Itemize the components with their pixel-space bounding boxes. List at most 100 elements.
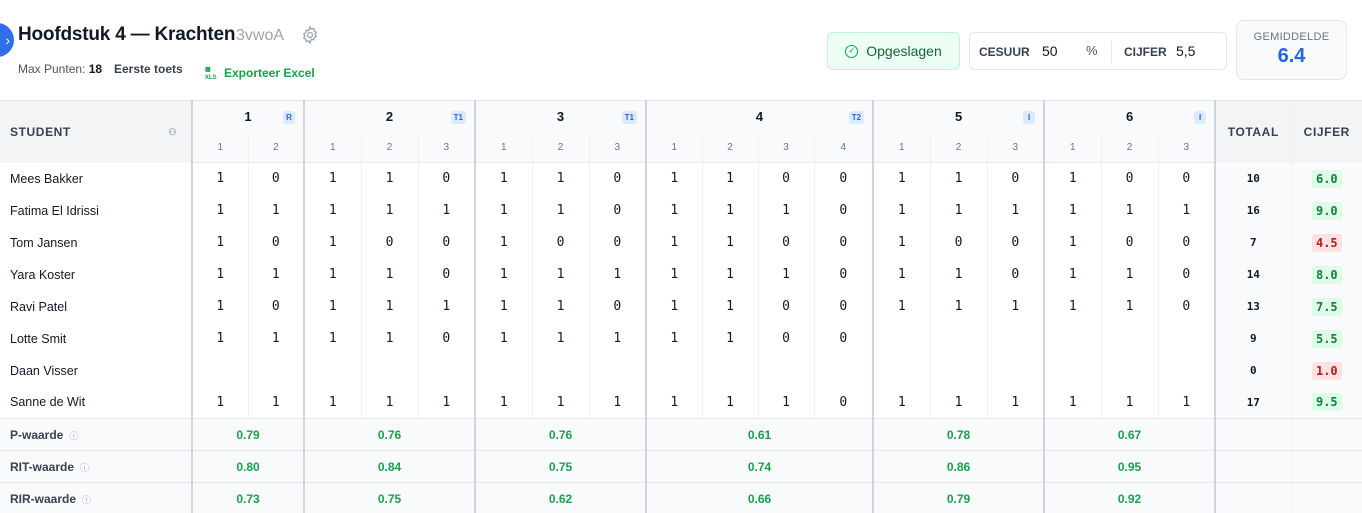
score-cell[interactable]: 0: [1100, 162, 1159, 195]
score-cell[interactable]: 1: [417, 290, 476, 323]
score-cell[interactable]: 0: [986, 258, 1045, 291]
score-cell[interactable]: 0: [986, 162, 1045, 195]
score-cell[interactable]: 0: [813, 258, 874, 291]
score-cell[interactable]: [701, 354, 759, 387]
score-cell[interactable]: [872, 322, 931, 355]
score-cell[interactable]: [1043, 322, 1102, 355]
score-cell[interactable]: 1: [1043, 194, 1102, 227]
score-cell[interactable]: 1: [1100, 194, 1159, 227]
score-cell[interactable]: [872, 354, 931, 387]
score-cell[interactable]: 1: [247, 322, 305, 355]
score-cell[interactable]: 1: [872, 386, 931, 419]
score-cell[interactable]: 1: [303, 290, 362, 323]
score-cell[interactable]: 1: [872, 258, 931, 291]
score-cell[interactable]: 1: [701, 194, 759, 227]
score-cell[interactable]: [986, 322, 1045, 355]
question-header-3[interactable]: 3 T1: [474, 100, 647, 133]
question-header-1[interactable]: 1R: [190, 100, 305, 133]
score-cell[interactable]: 1: [645, 162, 703, 195]
question-header-5[interactable]: 5I: [872, 100, 1045, 133]
score-cell[interactable]: [1157, 322, 1216, 355]
score-cell[interactable]: 1: [531, 258, 590, 291]
score-cell[interactable]: 1: [474, 258, 533, 291]
score-cell[interactable]: 1: [303, 226, 362, 259]
score-cell[interactable]: 0: [588, 194, 647, 227]
score-cell[interactable]: 1: [1100, 386, 1159, 419]
score-cell[interactable]: [303, 354, 362, 387]
score-cell[interactable]: 1: [417, 386, 476, 419]
score-cell[interactable]: 1: [1043, 258, 1102, 291]
score-cell[interactable]: 0: [247, 226, 305, 259]
score-cell[interactable]: 0: [417, 162, 476, 195]
score-cell[interactable]: 0: [588, 162, 647, 195]
score-cell[interactable]: 1: [929, 290, 988, 323]
score-cell[interactable]: 1: [417, 194, 476, 227]
score-cell[interactable]: 0: [813, 194, 874, 227]
score-cell[interactable]: 0: [757, 322, 815, 355]
score-cell[interactable]: 1: [1100, 290, 1159, 323]
score-cell[interactable]: 1: [645, 386, 703, 419]
score-cell[interactable]: 1: [303, 194, 362, 227]
score-cell[interactable]: 1: [360, 322, 419, 355]
question-header-6[interactable]: 6I: [1043, 100, 1216, 133]
score-cell[interactable]: 1: [191, 322, 248, 355]
score-cell[interactable]: [813, 354, 874, 387]
score-cell[interactable]: [645, 354, 703, 387]
score-cell[interactable]: 0: [588, 226, 647, 259]
score-cell[interactable]: 1: [929, 258, 988, 291]
score-cell[interactable]: 0: [813, 226, 874, 259]
score-cell[interactable]: 0: [417, 226, 476, 259]
score-cell[interactable]: [929, 322, 988, 355]
gear-icon[interactable]: [300, 25, 320, 45]
score-cell[interactable]: 1: [757, 194, 815, 227]
score-cell[interactable]: 0: [1157, 258, 1216, 291]
score-cell[interactable]: 1: [1043, 162, 1102, 195]
score-cell[interactable]: 1: [360, 290, 419, 323]
score-cell[interactable]: 1: [645, 194, 703, 227]
score-cell[interactable]: 0: [813, 290, 874, 323]
score-cell[interactable]: [986, 354, 1045, 387]
score-cell[interactable]: 1: [474, 194, 533, 227]
score-cell[interactable]: 1: [872, 290, 931, 323]
cijfer-input[interactable]: 5,5: [1176, 43, 1195, 59]
score-cell[interactable]: 1: [474, 162, 533, 195]
score-cell[interactable]: [360, 354, 419, 387]
score-cell[interactable]: 1: [588, 322, 647, 355]
score-cell[interactable]: 1: [191, 290, 248, 323]
score-cell[interactable]: 1: [701, 290, 759, 323]
score-cell[interactable]: [1157, 354, 1216, 387]
score-cell[interactable]: 1: [303, 322, 362, 355]
score-cell[interactable]: 0: [813, 162, 874, 195]
question-header-4[interactable]: 4 T2: [645, 100, 874, 133]
info-icon[interactable]: ⓘ: [69, 431, 78, 441]
score-cell[interactable]: [929, 354, 988, 387]
score-cell[interactable]: 1: [303, 162, 362, 195]
score-cell[interactable]: 1: [872, 194, 931, 227]
sidebar-toggle-button[interactable]: ›: [0, 23, 14, 57]
score-cell[interactable]: 0: [1100, 226, 1159, 259]
score-cell[interactable]: 0: [757, 290, 815, 323]
score-cell[interactable]: 0: [417, 258, 476, 291]
score-cell[interactable]: 1: [701, 258, 759, 291]
score-cell[interactable]: [588, 354, 647, 387]
score-cell[interactable]: [757, 354, 815, 387]
score-cell[interactable]: [474, 354, 533, 387]
score-cell[interactable]: 0: [1157, 290, 1216, 323]
score-cell[interactable]: 0: [417, 322, 476, 355]
score-cell[interactable]: 1: [701, 386, 759, 419]
score-cell[interactable]: 1: [1043, 290, 1102, 323]
info-icon[interactable]: ⓘ: [82, 495, 91, 505]
score-cell[interactable]: 1: [474, 322, 533, 355]
score-cell[interactable]: 1: [986, 290, 1045, 323]
score-cell[interactable]: 1: [303, 386, 362, 419]
score-cell[interactable]: 1: [474, 386, 533, 419]
score-cell[interactable]: 1: [191, 226, 248, 259]
score-cell[interactable]: 1: [929, 162, 988, 195]
question-header-2[interactable]: 2 T1: [303, 100, 476, 133]
score-cell[interactable]: 1: [303, 258, 362, 291]
score-cell[interactable]: 0: [247, 162, 305, 195]
info-icon[interactable]: ⓘ: [80, 463, 89, 473]
student-column-header[interactable]: STUDENT ⚇: [0, 100, 192, 163]
score-cell[interactable]: 1: [588, 386, 647, 419]
score-cell[interactable]: 1: [986, 386, 1045, 419]
